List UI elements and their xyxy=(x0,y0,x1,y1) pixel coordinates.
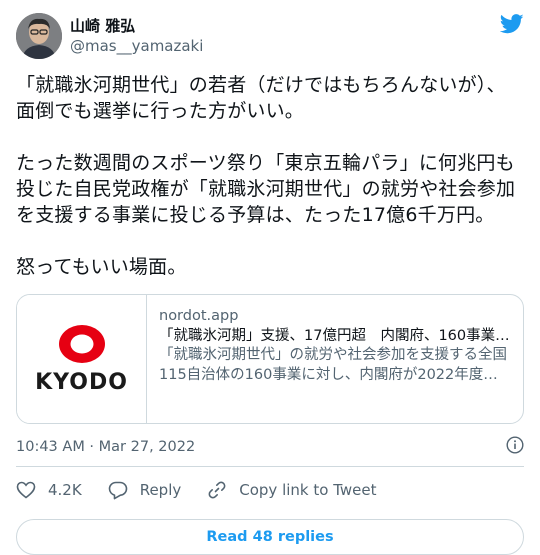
info-icon[interactable] xyxy=(506,436,524,458)
kyodo-logo-mark-icon xyxy=(58,324,105,363)
copy-link-button[interactable]: Copy link to Tweet xyxy=(207,480,376,500)
heart-icon xyxy=(16,481,36,499)
link-preview-body: nordot.app 「就職氷河期」支援、17億円超 内閣府、160事業… 「就… xyxy=(147,295,523,423)
kyodo-logo: KYODO xyxy=(17,295,147,423)
reply-button[interactable]: Reply xyxy=(108,481,182,500)
reply-label: Reply xyxy=(139,481,182,499)
tweet-card: 山崎 雅弘 @mas__yamazaki 「就職氷河期世代」の若者（だけではもち… xyxy=(0,0,540,555)
tweet-text: 「就職氷河期世代」の若者（だけではもちろんないが）、面倒でも選挙に行った方がいい… xyxy=(16,74,516,278)
display-name[interactable]: 山崎 雅弘 xyxy=(70,16,203,36)
link-preview-card[interactable]: KYODO nordot.app 「就職氷河期」支援、17億円超 内閣府、160… xyxy=(16,294,524,424)
link-description: 「就職氷河期世代」の就労や社会参加を支援する全国115自治体の160事業に対し、… xyxy=(159,347,507,383)
like-button[interactable]: 4.2K xyxy=(16,481,82,499)
avatar[interactable] xyxy=(16,13,62,59)
tweet-meta: 10:43 AM · Mar 27, 2022 xyxy=(16,432,524,462)
timestamp[interactable]: 10:43 AM · Mar 27, 2022 xyxy=(16,439,195,455)
link-title: 「就職氷河期」支援、17億円超 内閣府、160事業… xyxy=(159,327,510,344)
action-bar: 4.2K Reply Copy link to Tweet xyxy=(16,467,524,513)
twitter-bird-icon[interactable] xyxy=(499,14,524,38)
user-handle[interactable]: @mas__yamazaki xyxy=(70,36,203,56)
user-names: 山崎 雅弘 @mas__yamazaki xyxy=(70,16,203,56)
copy-link-label: Copy link to Tweet xyxy=(239,481,377,499)
link-domain: nordot.app xyxy=(159,308,239,324)
kyodo-logo-text: KYODO xyxy=(35,369,128,395)
link-icon xyxy=(208,481,226,499)
reply-icon xyxy=(108,481,128,499)
tweet-header: 山崎 雅弘 @mas__yamazaki xyxy=(16,12,524,60)
like-count: 4.2K xyxy=(48,481,82,499)
